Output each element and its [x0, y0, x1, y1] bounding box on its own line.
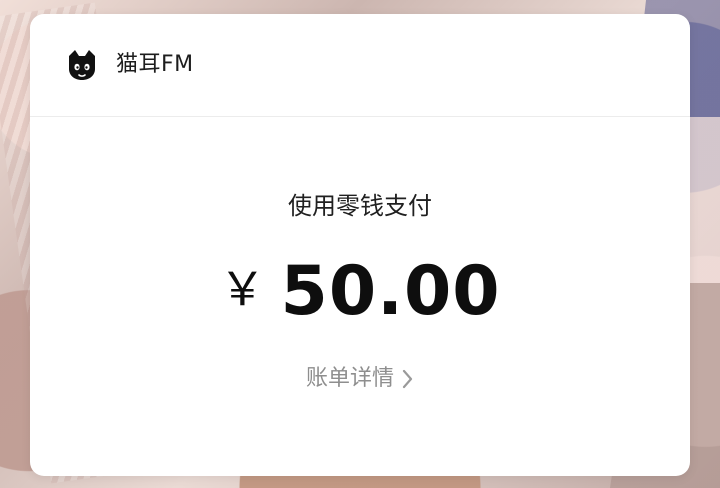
bill-details-link-content[interactable]: 账单详情 — [306, 364, 414, 394]
brand-name: 猫耳FM — [116, 52, 194, 77]
amount-value: 50.00 — [280, 252, 501, 331]
currency-symbol: ￥ — [219, 263, 266, 315]
card-header: 猫耳FM — [30, 14, 690, 117]
payment-method-label: 使用零钱支付 — [288, 192, 432, 220]
payment-amount: ￥ 50.00 — [30, 256, 690, 328]
cat-head-icon — [69, 50, 95, 80]
payment-card: 猫耳FM 使用零钱支付 ￥ 50.00 账单详情 — [30, 14, 690, 476]
bill-details-label[interactable]: 账单详情 — [306, 364, 394, 394]
bill-details-link[interactable]: 账单详情 — [30, 364, 690, 394]
chevron-right-icon[interactable] — [402, 369, 414, 389]
